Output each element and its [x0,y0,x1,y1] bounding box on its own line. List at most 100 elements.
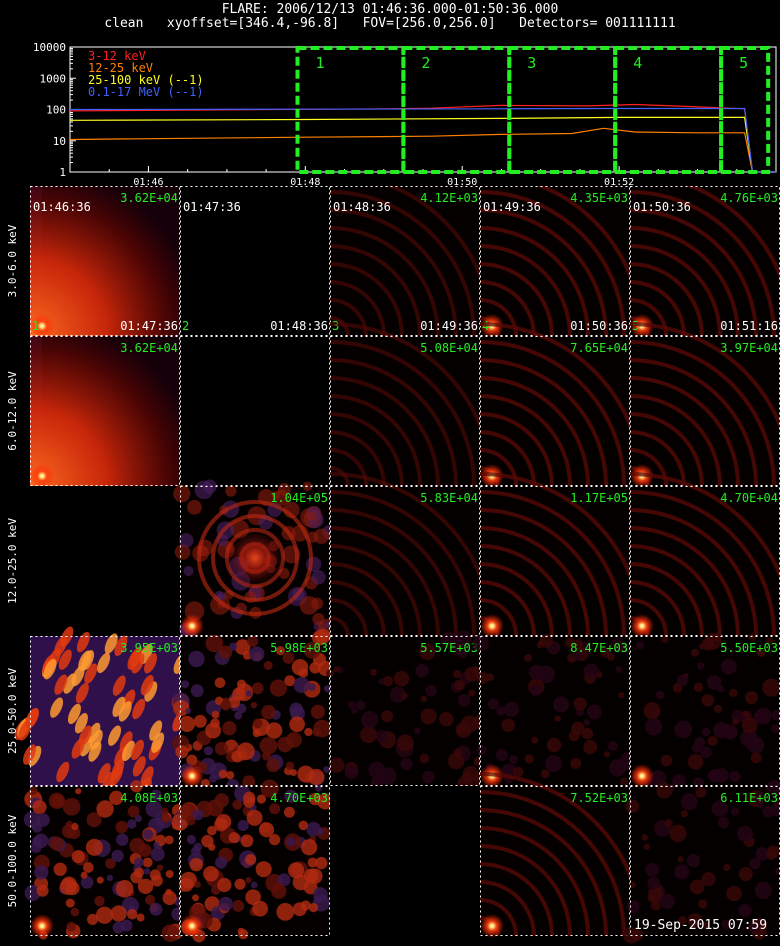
energy-row-label: 6.0-12.0 keV [6,371,19,451]
end-time: 01:47:36 [120,319,178,333]
noise-blob [439,711,454,727]
noise-blob [691,648,700,657]
noise-blob [276,903,295,921]
noise-blob [214,817,228,832]
noise-blob [355,700,366,711]
noise-blob [650,900,661,911]
noise-blob [694,737,706,748]
noise-blob [323,766,330,773]
noise-blob [583,740,598,755]
noise-blob [71,822,79,831]
noise-blob [513,766,524,778]
noise-blob [193,714,207,728]
noise-blob [747,736,765,754]
flare-source [630,764,654,788]
noise-blob [201,835,214,848]
image-cell: 4.12E+0301:48:3601:49:363 [329,186,494,337]
noise-blob [53,862,67,876]
noise-blob [375,729,388,743]
noise-blob [127,908,138,920]
noise-blob [531,736,539,744]
noise-blob [250,881,258,889]
image-cell [30,486,180,636]
image-cell: 7.52E+03 [479,772,644,938]
noise-blob [333,666,340,673]
noise-blob [251,682,264,695]
noise-blob [189,857,203,872]
noise-blob [218,896,233,912]
noise-blob [476,744,487,755]
noise-blob [203,865,219,882]
noise-blob [770,724,780,733]
peak-value: 5.50E+03 [720,641,778,655]
noise-blob [701,637,715,651]
noise-blob [94,895,105,907]
noise-blob [453,748,463,758]
interval-label: 4 [633,54,642,72]
source-blob [225,528,285,588]
noise-blob [645,862,660,877]
noise-blob [62,798,81,816]
series-line-4 [69,107,776,173]
peak-value: 1.04E+05 [270,491,328,505]
noise-blob [96,876,104,884]
interval-label: 1 [315,54,324,72]
noise-blob [686,854,701,868]
noise-blob [150,847,165,862]
x-tick-label: 01:52 [604,177,634,186]
noise-blob [183,565,194,577]
noise-blob [85,838,103,856]
noise-blob [625,799,640,813]
noise-blob [203,746,214,756]
noise-blob [129,837,146,854]
interval-label: 5 [739,54,748,72]
peak-value: 3.97E+04 [720,341,778,355]
peak-value: 6.11E+03 [720,791,778,805]
image-cell: 4.35E+0301:49:3601:50:364 [479,186,644,338]
noise-blob [49,836,64,851]
noise-blob [299,596,319,615]
noise-blob [696,662,705,670]
peak-value: 1.17E+05 [570,491,628,505]
noise-blob [289,702,303,717]
noise-blob [243,791,256,804]
noise-blob [59,878,77,895]
noise-blob [308,768,325,786]
noise-blob [215,856,228,869]
noise-blob [729,770,741,783]
noise-blob [661,635,669,643]
flare-source [630,614,654,638]
noise-blob [677,856,684,863]
noise-blob [645,718,663,736]
noise-blob [193,842,203,852]
image-cell: 1.04E+05 [173,479,337,640]
y-tick-label: 10000 [33,41,66,54]
noise-blob [762,806,774,818]
peak-value: 7.65E+04 [570,341,628,355]
image-cell: 8.47E+03 [472,634,638,788]
noise-blob [635,641,645,650]
noise-blob [225,771,235,780]
noise-blob [749,857,761,870]
noise-blob [134,867,145,878]
noise-blob [194,881,201,888]
noise-blob [413,727,421,735]
noise-blob [457,694,471,707]
noise-blob [220,699,232,711]
noise-blob [106,874,114,882]
noise-blob [706,878,713,885]
noise-blob [234,711,243,720]
noise-blob [312,887,328,902]
noise-blob [738,903,752,918]
interval-label: 3 [527,54,536,72]
image-cell: 4.08E+03 [23,780,186,943]
noise-blob [178,715,196,732]
noise-blob [247,635,259,647]
noise-blob [420,695,428,702]
noise-blob [736,825,753,842]
noise-blob [659,893,675,909]
image-cell: 5.57E+03 [326,630,487,793]
noise-blob [487,698,500,710]
image-cell: 5.83E+04 [329,472,494,637]
noise-blob [552,696,570,713]
